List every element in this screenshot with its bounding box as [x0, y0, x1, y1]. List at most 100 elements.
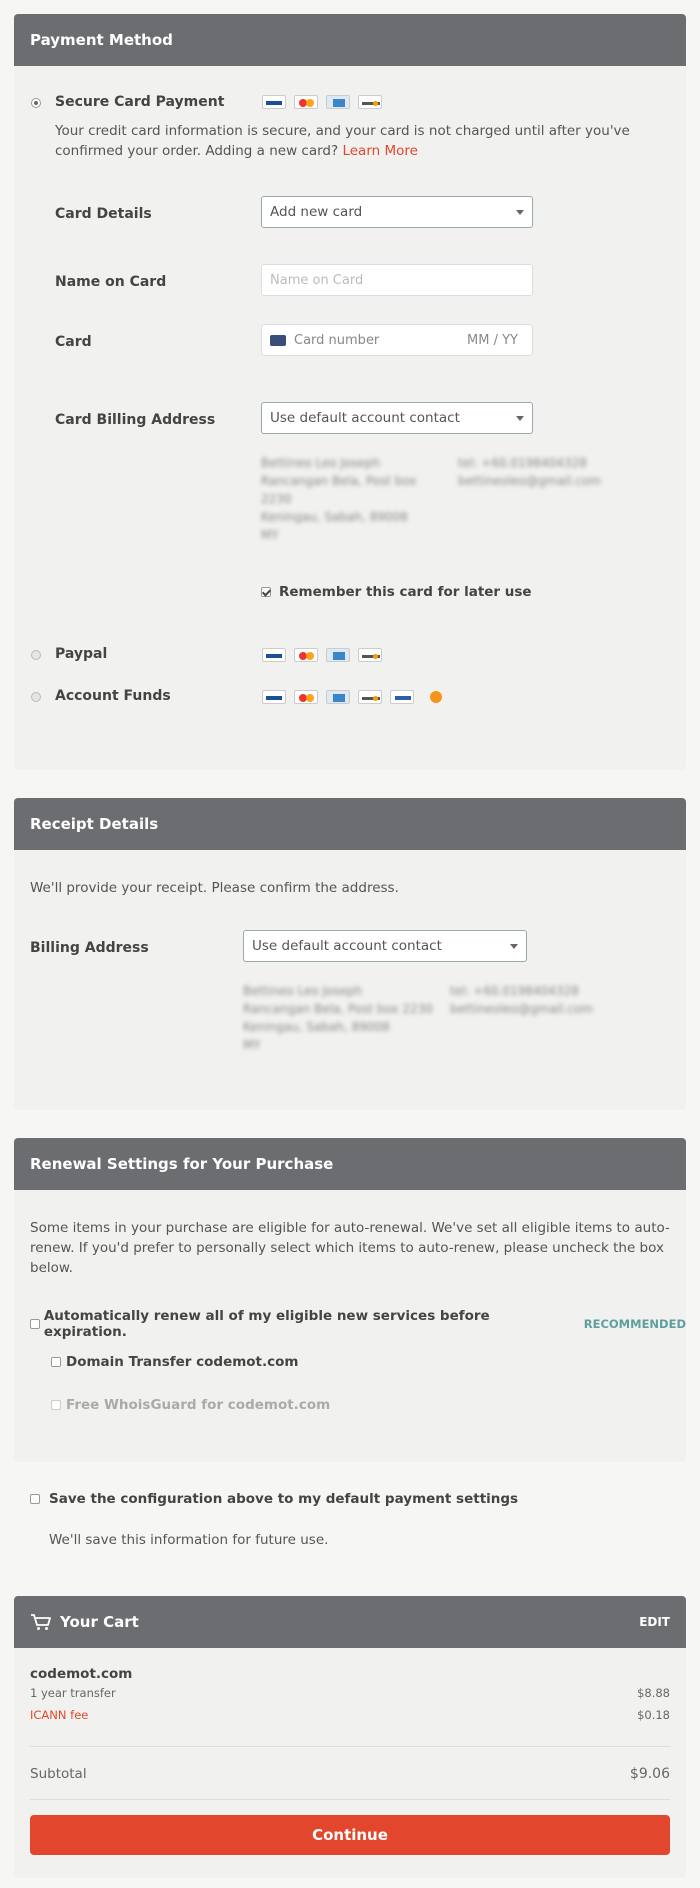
account-funds-label[interactable]: Account Funds: [55, 688, 171, 704]
renewal-settings-header: Renewal Settings for Your Purchase: [14, 1138, 686, 1190]
remember-card-checkbox[interactable]: [261, 587, 271, 597]
address-line: Bettineo Leo Joseph: [261, 456, 381, 470]
paypal-label[interactable]: Paypal: [55, 646, 107, 662]
card-expiry-placeholder[interactable]: MM / YY: [467, 333, 524, 348]
auto-renew-checkbox[interactable]: [30, 1319, 40, 1329]
domain-transfer-renew-label: Domain Transfer codemot.com: [66, 1354, 299, 1370]
payment-method-panel: Payment Method Secure Card Payment Your …: [14, 14, 686, 770]
card-details-value: Add new card: [270, 204, 363, 220]
renewal-settings-title: Renewal Settings for Your Purchase: [30, 1155, 334, 1173]
cart-title: Your Cart: [60, 1613, 139, 1631]
save-config-row[interactable]: Save the configuration above to my defau…: [30, 1491, 518, 1507]
discover-icon: [358, 690, 382, 704]
auto-renew-row[interactable]: Automatically renew all of my eligible n…: [30, 1308, 686, 1340]
chevron-down-icon: [516, 209, 524, 215]
card-billing-address-label: Card Billing Address: [55, 412, 216, 428]
name-on-card-input[interactable]: Name on Card: [261, 264, 533, 296]
card-details-label: Card Details: [55, 206, 152, 222]
contact-phone: tel: +60.0198404328: [458, 456, 587, 470]
secure-card-label[interactable]: Secure Card Payment: [55, 94, 224, 110]
receipt-contact-block: tel: +60.0198404328 bettineoleo@gmail.co…: [450, 982, 593, 1018]
continue-button[interactable]: Continue: [30, 1815, 670, 1855]
save-config-checkbox[interactable]: [30, 1494, 40, 1504]
cart-fee-price: $0.18: [637, 1708, 670, 1722]
contact-phone: tel: +60.0198404328: [450, 984, 579, 998]
mastercard-icon: [294, 648, 318, 662]
account-funds-radio[interactable]: [31, 692, 41, 702]
cart-domain: codemot.com: [30, 1666, 133, 1682]
contact-email: bettineoleo@gmail.com: [450, 1002, 593, 1016]
cart-edit-link[interactable]: EDIT: [639, 1615, 670, 1629]
billing-address-label: Billing Address: [30, 940, 149, 956]
visa-icon: [262, 690, 286, 704]
whoisguard-renew-row: Free WhoisGuard for codemot.com: [51, 1397, 330, 1413]
card-billing-address-select[interactable]: Use default account contact: [261, 402, 533, 434]
paypal-radio[interactable]: [31, 650, 41, 660]
card-details-select[interactable]: Add new card: [261, 196, 533, 228]
paypal-icon: [390, 690, 414, 704]
address-line: Keningau, Sabah, 89008: [261, 510, 408, 524]
payment-method-header: Payment Method: [14, 14, 686, 66]
chevron-down-icon: [510, 943, 518, 949]
subtotal-value: $9.06: [629, 1766, 670, 1782]
cart-divider: [30, 1799, 670, 1800]
card-number-input[interactable]: Card number MM / YY: [261, 324, 533, 356]
cart-line-price: $8.88: [637, 1686, 670, 1700]
renewal-intro: Some items in your purchase are eligible…: [30, 1220, 670, 1276]
whoisguard-renew-label: Free WhoisGuard for codemot.com: [66, 1397, 331, 1413]
card-number-placeholder: Card number: [294, 332, 380, 348]
learn-more-link[interactable]: Learn More: [342, 143, 418, 159]
recommended-badge: RECOMMENDED: [583, 1317, 686, 1331]
visa-icon: [262, 95, 286, 109]
amex-icon: [326, 690, 350, 704]
card-billing-address-value: Use default account contact: [270, 410, 460, 426]
cart-divider: [30, 1746, 670, 1747]
address-line: Keningau, Sabah, 89008: [243, 1020, 390, 1034]
credit-card-icon: [270, 334, 286, 346]
domain-transfer-renew-row[interactable]: Domain Transfer codemot.com: [51, 1354, 299, 1370]
paypal-card-logos: [262, 648, 382, 662]
cart-panel: Your Cart EDIT codemot.com 1 year transf…: [14, 1596, 686, 1878]
continue-label: Continue: [312, 1826, 388, 1844]
cart-header: Your Cart EDIT: [14, 1596, 686, 1648]
remember-card-row[interactable]: Remember this card for later use: [261, 584, 532, 600]
receipt-details-panel: Receipt Details We'll provide your recei…: [14, 798, 686, 1110]
secure-card-radio[interactable]: [31, 98, 41, 108]
address-line: MY: [243, 1038, 261, 1052]
address-line: MY: [261, 528, 279, 542]
account-funds-logos: [262, 690, 442, 704]
remember-card-label: Remember this card for later use: [279, 584, 532, 600]
secure-card-info: Your credit card information is secure, …: [55, 121, 665, 161]
domain-transfer-renew-checkbox[interactable]: [51, 1357, 61, 1367]
name-on-card-placeholder: Name on Card: [270, 272, 364, 288]
discover-icon: [358, 648, 382, 662]
billing-contact-block: tel: +60.0198404328 bettineoleo@gmail.co…: [458, 454, 601, 490]
card-label: Card: [55, 334, 92, 350]
address-line: Rancangan Bela, Post box: [261, 474, 417, 488]
payment-method-title: Payment Method: [30, 31, 173, 49]
cart-icon: [31, 1614, 51, 1630]
save-config-label: Save the configuration above to my defau…: [49, 1491, 519, 1507]
chevron-down-icon: [516, 415, 524, 421]
whoisguard-renew-checkbox: [51, 1400, 61, 1410]
secure-card-logos: [262, 95, 382, 109]
renewal-settings-panel: Renewal Settings for Your Purchase Some …: [14, 1138, 686, 1462]
receipt-details-header: Receipt Details: [14, 798, 686, 850]
billing-address-select[interactable]: Use default account contact: [243, 930, 527, 962]
mastercard-icon: [294, 95, 318, 109]
bitcoin-icon: [430, 691, 442, 703]
subtotal-label: Subtotal: [30, 1766, 87, 1782]
address-line: Bettineo Leo Joseph: [243, 984, 363, 998]
billing-address-block: Bettineo Leo Joseph Rancangan Bela, Post…: [261, 454, 417, 544]
visa-icon: [262, 648, 286, 662]
contact-email: bettineoleo@gmail.com: [458, 474, 601, 488]
auto-renew-label: Automatically renew all of my eligible n…: [43, 1308, 490, 1340]
address-line: Rancangan Bela, Post box 2230: [243, 1002, 433, 1016]
billing-address-value: Use default account contact: [252, 938, 442, 954]
amex-icon: [326, 95, 350, 109]
address-line: 2230: [261, 492, 292, 506]
cart-fee-label: ICANN fee: [30, 1708, 89, 1722]
name-on-card-label: Name on Card: [55, 274, 167, 290]
cart-line-label: 1 year transfer: [30, 1686, 116, 1700]
save-config-note: We'll save this information for future u…: [49, 1532, 329, 1548]
